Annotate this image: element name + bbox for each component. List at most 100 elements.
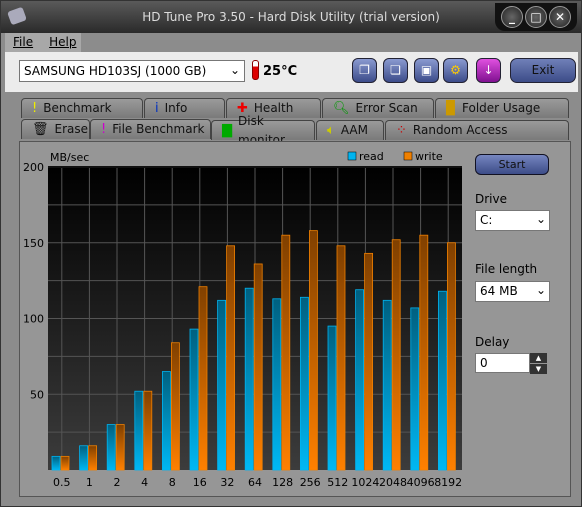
bar-read [355,289,365,471]
file-length-dropdown[interactable]: 64 MB ⌄ [475,281,550,302]
bar-read [217,299,227,471]
copy-screenshot-icon: ❏ [390,63,401,77]
x-tick-label: 512 [327,476,348,489]
delay-label: Delay [475,335,510,349]
title-bar: HD Tune Pro 3.50 - Hard Disk Utility (tr… [1,1,581,33]
bar-read [106,424,116,471]
options-icon: ⚙ [450,63,461,77]
bar-read [79,445,88,471]
drive-dropdown[interactable]: SAMSUNG HD103SJ (1000 GB) ⌄ [19,60,245,82]
bar-write [364,252,374,471]
bar-write [88,445,97,471]
save-icon: ▣ [420,63,433,77]
bar-read [134,390,144,471]
x-tick-label: 1024 [351,476,379,489]
file-length-label: File length [475,262,538,276]
chevron-down-icon: ⌄ [229,63,240,77]
chevron-down-icon: ⌄ [535,283,546,297]
x-tick-label: 32 [220,476,234,489]
tab-disk-monitor[interactable]: ▇ Disk monitor [211,114,315,147]
drive-letter-dropdown[interactable]: C: ⌄ [475,210,550,231]
chevron-down-icon: ⌄ [535,212,546,226]
copy-text-button[interactable]: ❐ [352,58,377,83]
x-tick-label: 0.5 [53,476,71,489]
window-title: HD Tune Pro 3.50 - Hard Disk Utility (tr… [142,10,440,24]
x-tick-label: 4096 [407,476,435,489]
x-tick-label: 64 [248,476,262,489]
bar-write [198,286,208,471]
drive-label: Drive [475,192,507,206]
y-axis-label: MB/sec [50,151,89,164]
y-tick-label: 150 [23,237,44,250]
bar-write [308,230,318,471]
spin-up-button[interactable]: ▲ [530,353,547,363]
bar-read [161,371,171,471]
info-icon: i [155,101,159,116]
menu-help[interactable]: Help [49,35,76,50]
thermometer-icon [252,60,259,80]
bar-write [253,263,263,471]
legend-label-write: write [415,150,443,163]
tab-info[interactable]: i Info [144,98,225,118]
copy-text-icon: ❐ [359,63,370,77]
x-tick-label: 1 [86,476,93,489]
bar-write [419,234,429,471]
x-tick-label: 2 [114,476,121,489]
maximize-button[interactable]: □ [525,6,547,28]
bar-read [244,287,254,471]
exit-button[interactable]: Exit [510,58,576,83]
app-window: HD Tune Pro 3.50 - Hard Disk Utility (tr… [0,0,582,507]
bar-write [170,342,180,471]
x-tick-label: 128 [272,476,293,489]
bar-write [391,239,401,471]
tab-benchmark[interactable]: ! Benchmark [21,98,143,118]
save-button[interactable]: ▣ [414,58,439,83]
tab-file-benchmark[interactable]: ! File Benchmark [90,119,211,139]
tab-erase[interactable]: 🗑︎ Erase [21,119,90,139]
download-icon: ↓ [483,63,494,77]
bar-write [226,245,236,471]
x-tick-label: 4 [141,476,148,489]
close-button[interactable]: ✕ [549,6,571,28]
x-tick-label: 8192 [434,476,462,489]
tab-random-access[interactable]: ⁘ Random Access [385,120,569,140]
file-exclamation-icon: ! [101,122,107,137]
tab-folder-usage[interactable]: ▉ Folder Usage [435,98,569,118]
menu-file[interactable]: File [13,35,33,50]
menu-bar: File Help [5,33,81,52]
spin-down-button[interactable]: ▼ [530,364,547,374]
download-button[interactable]: ↓ [476,58,501,83]
drive-value: SAMSUNG HD103SJ (1000 GB) [24,64,207,78]
copy-screenshot-button[interactable]: ❏ [383,58,408,83]
tab-aam[interactable]: 🔈︎ AAM [316,120,384,140]
start-button[interactable]: Start [475,154,549,175]
magnifier-icon: 🔍︎ [333,101,350,116]
bar-write [115,424,125,471]
bar-read [410,307,420,471]
scatter-icon: ⁘ [396,123,407,138]
bar-chart-icon: ▇ [222,123,232,138]
file-benchmark-panel: 0.5 1 2 4 8 16 32 64 128 256 512 1024 2048 4096 8192 20… [19,141,571,497]
bar-write [336,245,346,471]
x-tick-label: 8 [169,476,176,489]
minimize-button[interactable]: _ [501,6,523,28]
bar-write [446,242,456,471]
options-button[interactable]: ⚙ [443,58,468,83]
x-tick-label: 2048 [379,476,407,489]
tab-error-scan[interactable]: 🔍︎ Error Scan [322,98,434,118]
legend-swatch-write [403,151,413,161]
y-tick-label: 100 [23,313,44,326]
exclamation-icon: ! [32,101,38,116]
toolbar: SAMSUNG HD103SJ (1000 GB) ⌄ 25°C ❐ ❏ ▣ ⚙ … [5,52,578,92]
bar-write [60,455,70,471]
speaker-icon: 🔈︎ [327,123,335,138]
bar-read [272,298,282,471]
y-tick-label: 200 [23,161,44,174]
bar-read [382,299,392,471]
bar-write [143,390,153,471]
delay-input[interactable]: 0 [475,353,530,373]
bar-read [327,325,337,471]
temperature: 25°C [263,64,298,79]
trash-icon: 🗑︎ [32,122,49,137]
y-tick-label: 50 [30,388,44,401]
